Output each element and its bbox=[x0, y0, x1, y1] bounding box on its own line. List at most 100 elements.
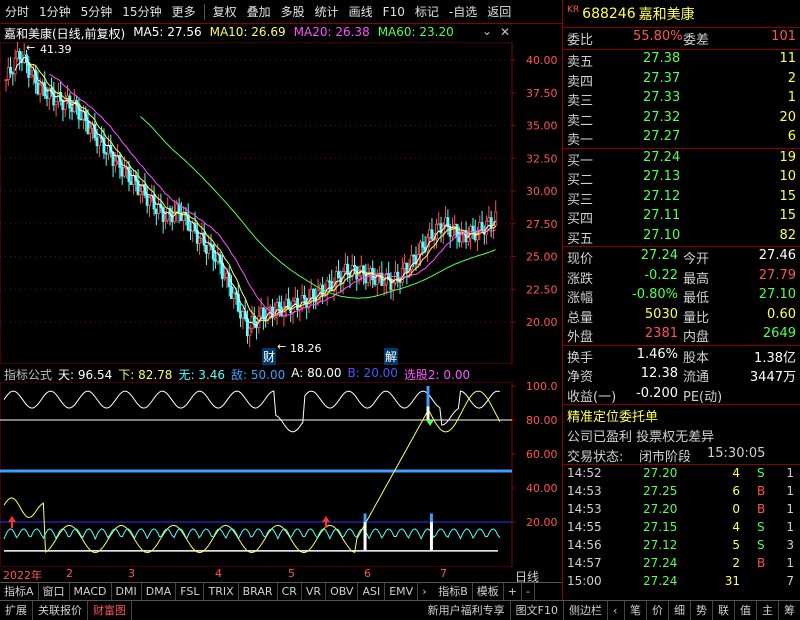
tab-lian[interactable]: 联 bbox=[713, 601, 735, 620]
candle-body bbox=[391, 282, 395, 291]
toolbar-statistics[interactable]: 统计 bbox=[310, 0, 344, 24]
tab-shi[interactable]: 势 bbox=[691, 601, 713, 620]
toolbar-fuquan[interactable]: 复权 bbox=[208, 0, 242, 24]
notice-text[interactable]: 精准定位委托单 bbox=[567, 406, 658, 425]
ma10-line bbox=[26, 63, 497, 322]
time-axis: 2022年 2 3 4 5 6 7 bbox=[0, 567, 562, 582]
tab-fsl[interactable]: FSL bbox=[176, 583, 205, 600]
indicator-tick-label: 40.00 bbox=[526, 482, 558, 495]
trade-tick-row: 14:52 27.20 4 S 1 bbox=[563, 465, 800, 483]
tab-cr[interactable]: CR bbox=[278, 583, 302, 600]
tab-vr[interactable]: VR bbox=[302, 583, 327, 600]
candlestick-chart[interactable]: 40.00 37.50 35.00 32.50 30.00 27.50 25.00 22.50… bbox=[0, 42, 562, 364]
tab-trix[interactable]: TRIX bbox=[204, 583, 239, 600]
tab-arrow-icon[interactable]: › bbox=[418, 583, 434, 600]
candle-body bbox=[396, 271, 400, 280]
indicator-legend: 指标公式 天: 96.54 下: 82.78 无: 3.46 敌: 50.00 … bbox=[4, 366, 470, 382]
tab-indicator-b[interactable]: 指标B bbox=[434, 583, 473, 600]
toolbar-back[interactable]: 返回 bbox=[482, 0, 516, 24]
toolbar-1min[interactable]: 1分钟 bbox=[34, 0, 76, 24]
chevron-down-icon[interactable]: ⌄ bbox=[482, 24, 492, 38]
stock-name: 嘉和美康 bbox=[638, 6, 695, 23]
toolbar-timeshare[interactable]: 分时 bbox=[0, 0, 34, 24]
buy-arrow-icon bbox=[322, 516, 330, 522]
tab-obv[interactable]: OBV bbox=[326, 583, 359, 600]
tab-asi[interactable]: ASI bbox=[358, 583, 386, 600]
tick-price: 27.12 bbox=[643, 538, 678, 552]
ask-row[interactable]: 卖三 27.33 1 bbox=[563, 89, 800, 109]
toolbar-15min[interactable]: 15分钟 bbox=[117, 0, 166, 24]
toolbar-overlay[interactable]: 叠加 bbox=[242, 0, 276, 24]
bid-row[interactable]: 买一 27.24 19 bbox=[563, 149, 800, 169]
ask-row[interactable]: 卖五 27.38 11 bbox=[563, 50, 800, 70]
tab-jia[interactable]: 价 bbox=[647, 601, 669, 620]
tab-chou[interactable]: 筹 bbox=[779, 601, 800, 620]
tab-xi[interactable]: 细 bbox=[669, 601, 691, 620]
tab-bi[interactable]: 笔 bbox=[625, 601, 647, 620]
notice-line1[interactable]: 精准定位委托单 bbox=[563, 405, 800, 425]
toolbar-remove-watchlist[interactable]: -自选 bbox=[444, 0, 482, 24]
marker-cai[interactable]: 财 bbox=[262, 348, 277, 365]
tab-remove[interactable]: - bbox=[522, 583, 535, 600]
tab-sidebar[interactable]: 侧边栏 bbox=[564, 601, 608, 620]
bid-row[interactable]: 买二 27.13 10 bbox=[563, 168, 800, 188]
indicator-chart[interactable]: 100.0 80.00 60.00 40.00 20.00 bbox=[0, 382, 562, 567]
tab-dma[interactable]: DMA bbox=[142, 583, 177, 600]
toolbar-more[interactable]: 更多 bbox=[167, 0, 201, 24]
tab-zhu[interactable]: 主 bbox=[757, 601, 779, 620]
toolbar-5min[interactable]: 5分钟 bbox=[76, 0, 118, 24]
tab-f10-graphic[interactable]: 图文F10 bbox=[511, 601, 564, 620]
tab-brar[interactable]: BRAR bbox=[239, 583, 278, 600]
tab-emv[interactable]: EMV bbox=[385, 583, 419, 600]
candle-body bbox=[104, 152, 108, 155]
tab-new-user-benefit[interactable]: 新用户福利专享 bbox=[423, 601, 511, 620]
tab-macd[interactable]: MACD bbox=[70, 583, 112, 600]
tab-extend[interactable]: 扩展 bbox=[0, 601, 33, 620]
candle-body bbox=[129, 181, 133, 185]
toolbar-f10[interactable]: F10 bbox=[378, 0, 410, 24]
toolbar-draw-line[interactable]: 画线 bbox=[344, 0, 378, 24]
tick-price: 27.15 bbox=[643, 520, 678, 534]
period-daily-label[interactable]: 日线 bbox=[515, 568, 539, 585]
bid-row[interactable]: 买五 27.10 82 bbox=[563, 227, 800, 247]
ask-row[interactable]: 卖四 27.37 2 bbox=[563, 70, 800, 90]
chevron-left-icon[interactable]: ‹ bbox=[608, 601, 625, 620]
trade-tick-row: 14:55 27.15 4 S 1 bbox=[563, 519, 800, 537]
price-tick-label: 22.50 bbox=[526, 283, 558, 296]
marker-jie[interactable]: 解 bbox=[384, 348, 399, 365]
tab-wealth-chart[interactable]: 财富图 bbox=[88, 601, 132, 620]
price-tick-label: 25.00 bbox=[526, 251, 558, 264]
level-price: 27.27 bbox=[643, 129, 681, 144]
candle-body bbox=[214, 258, 218, 262]
candle-body bbox=[330, 281, 334, 292]
toolbar-multi-stock[interactable]: 多股 bbox=[276, 0, 310, 24]
tab-zhi[interactable]: 值 bbox=[735, 601, 757, 620]
level-label: 买四 bbox=[567, 212, 594, 227]
legend-ma60: MA60: 23.20 bbox=[377, 25, 454, 39]
tab-add[interactable]: + bbox=[504, 583, 522, 600]
stat-label: 内盘 bbox=[683, 330, 710, 345]
candle-body bbox=[466, 237, 470, 243]
bid-row[interactable]: 买四 27.11 15 bbox=[563, 207, 800, 227]
ask-row[interactable]: 卖一 27.27 6 bbox=[563, 128, 800, 148]
tab-window[interactable]: 窗口 bbox=[39, 583, 70, 600]
tab-template[interactable]: 模板 bbox=[473, 583, 504, 600]
bid-row[interactable]: 买三 27.12 15 bbox=[563, 188, 800, 208]
indicator-name[interactable]: 指标公式 bbox=[4, 366, 52, 382]
tab-dmi[interactable]: DMI bbox=[112, 583, 142, 600]
price-tick-label: 40.00 bbox=[526, 54, 558, 67]
weicha-label: 委差 bbox=[683, 33, 710, 48]
low-price-label: 18.26 bbox=[290, 342, 322, 355]
candle-body bbox=[248, 328, 252, 337]
tab-related-quote[interactable]: 关联报价 bbox=[33, 601, 88, 620]
ask-row[interactable]: 卖二 27.32 20 bbox=[563, 109, 800, 129]
candle-body bbox=[207, 244, 211, 254]
level-volume: 1 bbox=[787, 90, 796, 105]
toolbar-mark[interactable]: 标记 bbox=[410, 0, 444, 24]
trade-tick-row: 14:57 27.24 2 B 1 bbox=[563, 555, 800, 573]
close-icon[interactable]: ✕ bbox=[500, 25, 510, 39]
level-label: 卖三 bbox=[567, 94, 594, 109]
candle-body bbox=[113, 160, 117, 166]
level-volume: 2 bbox=[787, 70, 796, 86]
tab-indicator-a[interactable]: 指标A bbox=[0, 583, 39, 600]
